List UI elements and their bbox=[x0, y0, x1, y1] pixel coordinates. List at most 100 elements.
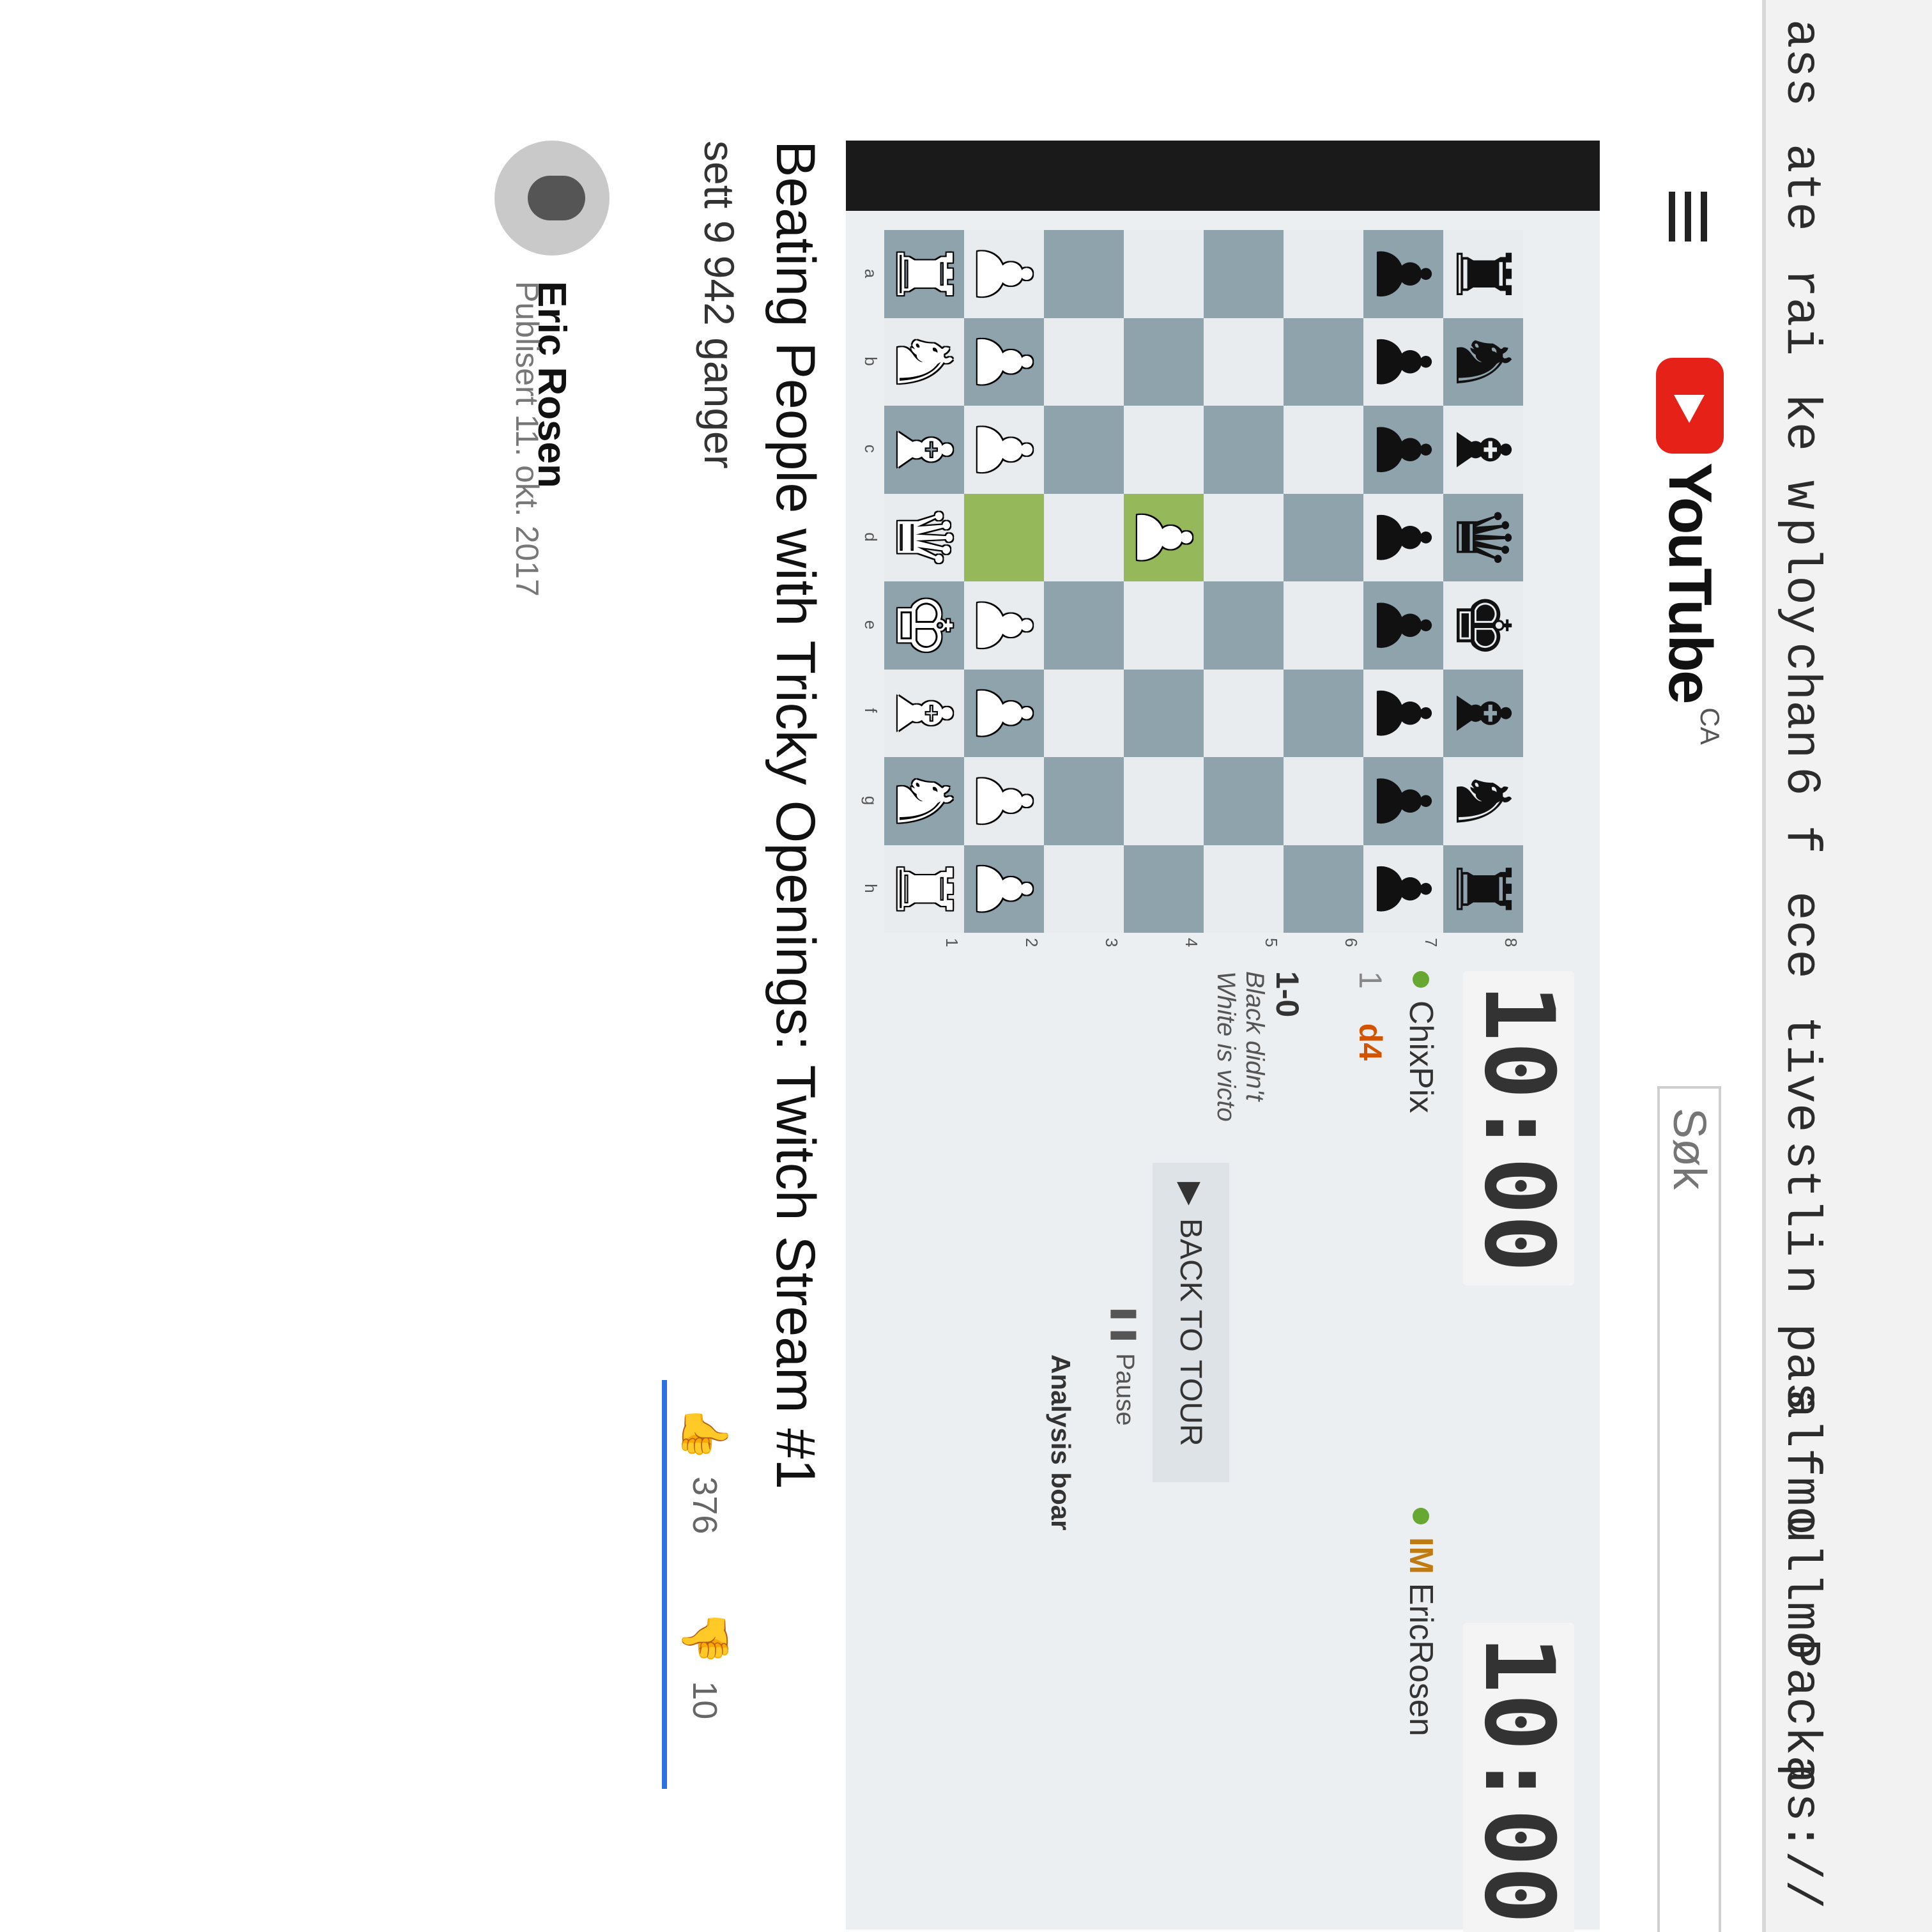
white-king-icon[interactable]: ♚ bbox=[880, 592, 969, 659]
square-h7[interactable]: ♟ bbox=[1360, 845, 1448, 933]
square-g5[interactable] bbox=[1204, 757, 1284, 845]
square-f6[interactable] bbox=[1284, 669, 1363, 757]
video-player[interactable]: ♜ ♞ ♝ ♛ ♚ ♝ ♞ ♜ ♟ ♟ ♟ ♟ ♟ ♟ ♟ ♟ ♟ ♟ ♟ ♟ ♟ ♟ ♟ ♟ ♜ ♞ ♝ ♛ ♚ ♝ ♞ ♜ a b c d e f g h… bbox=[846, 141, 1600, 1932]
search-input[interactable] bbox=[1660, 1089, 1719, 1932]
white-pawn-icon[interactable]: ♟ bbox=[1120, 503, 1208, 571]
square-h3[interactable] bbox=[1044, 845, 1124, 933]
square-c1[interactable]: ♝ bbox=[880, 406, 969, 494]
square-a8[interactable]: ♜ bbox=[1439, 230, 1528, 318]
black-knight-icon[interactable]: ♞ bbox=[1439, 767, 1528, 835]
square-d6[interactable] bbox=[1284, 493, 1363, 581]
square-d2[interactable] bbox=[964, 493, 1044, 581]
square-d3[interactable] bbox=[1044, 493, 1124, 581]
move-san[interactable]: d4 bbox=[1353, 1023, 1388, 1061]
square-a4[interactable] bbox=[1124, 230, 1204, 318]
square-e2[interactable]: ♟ bbox=[960, 581, 1048, 670]
square-c4[interactable] bbox=[1124, 406, 1204, 494]
white-bishop-icon[interactable]: ♝ bbox=[880, 679, 969, 747]
white-pawn-icon[interactable]: ♟ bbox=[960, 767, 1048, 835]
square-f8[interactable]: ♝ bbox=[1439, 669, 1528, 757]
square-e8[interactable]: ♚ bbox=[1439, 581, 1528, 670]
square-e7[interactable]: ♟ bbox=[1360, 581, 1448, 670]
square-c6[interactable] bbox=[1284, 406, 1363, 494]
avatar[interactable] bbox=[494, 141, 610, 256]
black-bishop-icon[interactable]: ♝ bbox=[1439, 416, 1528, 484]
square-h1[interactable]: ♜ bbox=[880, 845, 969, 933]
black-pawn-icon[interactable]: ♟ bbox=[1360, 679, 1448, 747]
back-to-tournament-button[interactable]: ▶ BACK TO TOUR bbox=[1153, 1163, 1229, 1482]
square-a5[interactable] bbox=[1204, 230, 1284, 318]
black-rook-icon[interactable]: ♜ bbox=[1439, 240, 1528, 308]
square-c7[interactable]: ♟ bbox=[1360, 406, 1448, 494]
pause-button[interactable]: ❚❚ Pause bbox=[1110, 1303, 1140, 1426]
square-d7[interactable]: ♟ bbox=[1360, 493, 1448, 581]
square-f2[interactable]: ♟ bbox=[960, 669, 1048, 757]
square-d4[interactable]: ♟ bbox=[1120, 493, 1208, 581]
square-e5[interactable] bbox=[1204, 581, 1284, 670]
black-pawn-icon[interactable]: ♟ bbox=[1360, 240, 1448, 308]
square-b1[interactable]: ♞ bbox=[880, 318, 969, 406]
white-pawn-icon[interactable]: ♟ bbox=[960, 416, 1048, 484]
square-g8[interactable]: ♞ bbox=[1439, 757, 1528, 845]
square-e6[interactable] bbox=[1284, 581, 1363, 670]
square-h2[interactable]: ♟ bbox=[960, 845, 1048, 933]
square-g7[interactable]: ♟ bbox=[1360, 757, 1448, 845]
black-pawn-icon[interactable]: ♟ bbox=[1360, 767, 1448, 835]
square-h5[interactable] bbox=[1204, 845, 1284, 933]
dislike-button[interactable]: 👎 10 bbox=[678, 1610, 731, 1719]
black-pawn-icon[interactable]: ♟ bbox=[1360, 416, 1448, 484]
black-pawn-icon[interactable]: ♟ bbox=[1360, 328, 1448, 395]
search-box[interactable] bbox=[1657, 1086, 1721, 1932]
white-queen-icon[interactable]: ♛ bbox=[880, 503, 969, 571]
square-h8[interactable]: ♜ bbox=[1439, 845, 1528, 933]
black-pawn-icon[interactable]: ♟ bbox=[1360, 855, 1448, 923]
white-bishop-icon[interactable]: ♝ bbox=[880, 416, 969, 484]
black-pawn-icon[interactable]: ♟ bbox=[1360, 592, 1448, 659]
black-queen-icon[interactable]: ♛ bbox=[1439, 503, 1528, 571]
white-pawn-icon[interactable]: ♟ bbox=[960, 240, 1048, 308]
square-d8[interactable]: ♛ bbox=[1439, 493, 1528, 581]
youtube-logo[interactable]: YouTube CA bbox=[1655, 358, 1725, 745]
square-b3[interactable] bbox=[1044, 318, 1124, 406]
square-b2[interactable]: ♟ bbox=[960, 318, 1048, 406]
square-a7[interactable]: ♟ bbox=[1360, 230, 1448, 318]
square-f7[interactable]: ♟ bbox=[1360, 669, 1448, 757]
black-king-icon[interactable]: ♚ bbox=[1439, 592, 1528, 659]
square-e1[interactable]: ♚ bbox=[880, 581, 969, 670]
black-knight-icon[interactable]: ♞ bbox=[1439, 328, 1528, 395]
square-h4[interactable] bbox=[1124, 845, 1204, 933]
square-g3[interactable] bbox=[1044, 757, 1124, 845]
square-f1[interactable]: ♝ bbox=[880, 669, 969, 757]
white-pawn-icon[interactable]: ♟ bbox=[960, 328, 1048, 395]
square-b7[interactable]: ♟ bbox=[1360, 318, 1448, 406]
square-b5[interactable] bbox=[1204, 318, 1284, 406]
square-e4[interactable] bbox=[1124, 581, 1204, 670]
white-pawn-icon[interactable]: ♟ bbox=[960, 855, 1048, 923]
menu-icon[interactable] bbox=[1669, 192, 1707, 241]
square-b6[interactable] bbox=[1284, 318, 1363, 406]
white-rook-icon[interactable]: ♜ bbox=[880, 855, 969, 923]
square-f5[interactable] bbox=[1204, 669, 1284, 757]
square-a3[interactable] bbox=[1044, 230, 1124, 318]
like-button[interactable]: 👍 376 bbox=[678, 1406, 731, 1534]
square-a1[interactable]: ♜ bbox=[880, 230, 969, 318]
move-list[interactable]: 1 d4 bbox=[1352, 971, 1389, 1061]
analysis-board-link[interactable]: Analysis boar bbox=[1045, 1354, 1076, 1530]
square-g6[interactable] bbox=[1284, 757, 1363, 845]
square-g4[interactable] bbox=[1124, 757, 1204, 845]
white-rook-icon[interactable]: ♜ bbox=[880, 240, 969, 308]
square-a6[interactable] bbox=[1284, 230, 1363, 318]
black-bishop-icon[interactable]: ♝ bbox=[1439, 679, 1528, 747]
square-c5[interactable] bbox=[1204, 406, 1284, 494]
chess-board[interactable]: ♜ ♞ ♝ ♛ ♚ ♝ ♞ ♜ ♟ ♟ ♟ ♟ ♟ ♟ ♟ ♟ ♟ ♟ ♟ ♟ ♟ ♟ ♟ ♟ ♜ ♞ ♝ ♛ ♚ ♝ ♞ ♜ a b c d e f g h… bbox=[861, 230, 1528, 947]
square-g1[interactable]: ♞ bbox=[880, 757, 969, 845]
white-knight-icon[interactable]: ♞ bbox=[880, 767, 969, 835]
square-h6[interactable] bbox=[1284, 845, 1363, 933]
square-d5[interactable] bbox=[1204, 493, 1284, 581]
white-pawn-icon[interactable]: ♟ bbox=[960, 679, 1048, 747]
square-c3[interactable] bbox=[1044, 406, 1124, 494]
square-d1[interactable]: ♛ bbox=[880, 493, 969, 581]
square-c8[interactable]: ♝ bbox=[1439, 406, 1528, 494]
square-g2[interactable]: ♟ bbox=[960, 757, 1048, 845]
square-a2[interactable]: ♟ bbox=[960, 230, 1048, 318]
